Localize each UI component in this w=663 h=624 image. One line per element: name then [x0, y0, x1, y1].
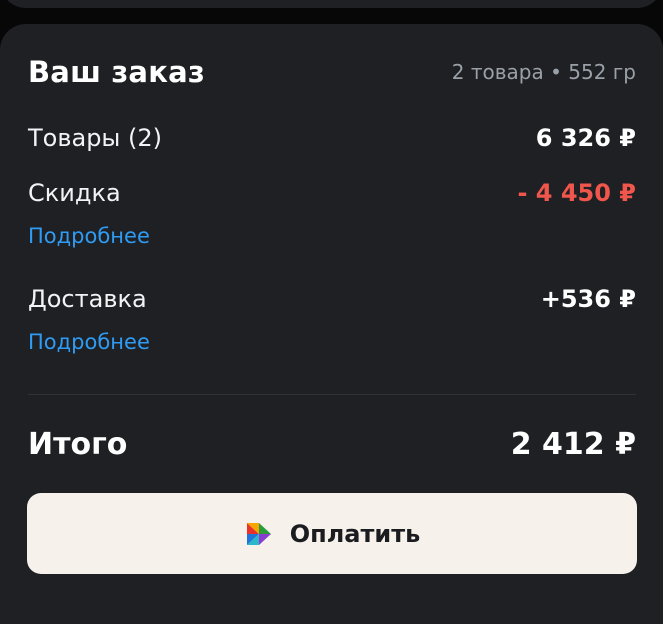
goods-value: 6 326 ₽ [535, 124, 636, 152]
discount-value: - 4 450 ₽ [517, 179, 636, 207]
discount-label: Скидка [28, 179, 121, 207]
goods-label: Товары (2) [28, 124, 163, 152]
delivery-value: +536 ₽ [540, 285, 636, 313]
discount-row: Скидка - 4 450 ₽ [28, 176, 636, 210]
sberpay-logo-icon [246, 522, 271, 545]
order-title: Ваш заказ [28, 55, 205, 89]
goods-row: Товары (2) 6 326 ₽ [28, 121, 636, 155]
discount-details-link[interactable]: Подробнее [28, 224, 150, 248]
delivery-row: Доставка +536 ₽ [28, 282, 636, 316]
delivery-label: Доставка [28, 285, 147, 313]
pay-button[interactable]: Оплатить [27, 493, 637, 574]
previous-card [0, 0, 663, 8]
order-items-summary: 2 товара • 552 гр [451, 60, 636, 84]
total-value: 2 412 ₽ [510, 426, 636, 462]
delivery-details-link[interactable]: Подробнее [28, 330, 150, 354]
divider [28, 394, 636, 395]
pay-button-label: Оплатить [289, 519, 421, 548]
total-label: Итого [28, 426, 128, 462]
total-row: Итого 2 412 ₽ [28, 424, 636, 464]
order-header: Ваш заказ 2 товара • 552 гр [28, 52, 636, 92]
